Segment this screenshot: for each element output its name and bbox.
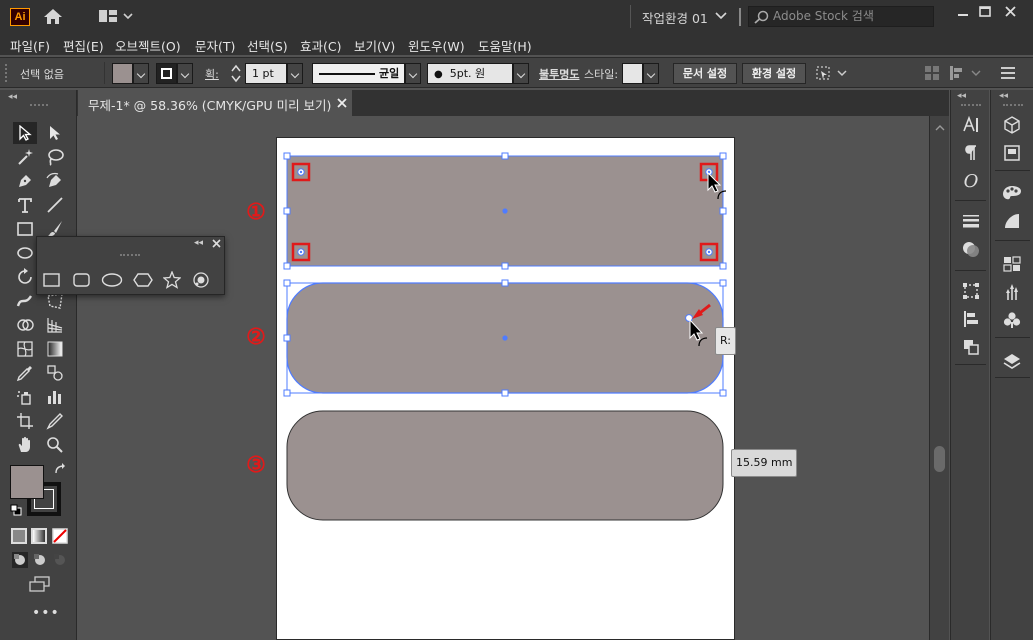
paragraph-panel-icon[interactable]	[959, 142, 983, 164]
symbols-panel-icon[interactable]	[1000, 309, 1024, 331]
corner-widget-dot	[299, 250, 303, 254]
step-label-3: ③	[246, 452, 266, 477]
rectangle-icon[interactable]	[43, 272, 61, 288]
collapse-dock-icon[interactable]: ◂◂	[957, 91, 966, 101]
bounding-handle[interactable]	[719, 152, 727, 160]
character-panel-icon[interactable]	[959, 114, 983, 136]
align-panel-icon[interactable]	[959, 308, 983, 330]
corner-widget-2[interactable]	[685, 314, 693, 322]
opentype-panel-icon[interactable]: O	[959, 170, 983, 192]
bounding-handle[interactable]	[283, 334, 291, 342]
artwork-layer	[283, 152, 727, 521]
separator	[995, 240, 1030, 241]
corner-widget-dot	[707, 250, 711, 254]
layers-panel-icon[interactable]	[1000, 350, 1024, 372]
bounding-handle[interactable]	[501, 152, 509, 160]
bounding-handle[interactable]	[283, 207, 291, 215]
transform-panel-icon[interactable]	[959, 280, 983, 302]
bounding-handle[interactable]	[283, 262, 291, 270]
pathfinder-panel-icon[interactable]	[959, 336, 983, 358]
libraries-icon[interactable]	[1000, 142, 1024, 164]
rounded-rectangle-icon[interactable]	[73, 272, 91, 288]
bounding-handle[interactable]	[283, 279, 291, 287]
separator	[955, 364, 986, 365]
star-icon[interactable]	[163, 271, 181, 289]
step-label-1: ①	[246, 199, 266, 224]
brushes-panel-icon[interactable]	[1000, 281, 1024, 303]
grip-icon	[961, 104, 981, 107]
color-guide-icon[interactable]	[1000, 210, 1024, 232]
grip-icon	[1003, 104, 1023, 107]
scroll-thumb[interactable]	[934, 446, 945, 472]
rounded-rectangle-shape-3[interactable]	[286, 410, 724, 521]
color-panel-icon[interactable]	[1000, 182, 1024, 204]
bounding-handle[interactable]	[719, 207, 727, 215]
bounding-handle[interactable]	[719, 389, 727, 397]
separator	[955, 200, 986, 201]
transparency-panel-icon[interactable]	[959, 238, 983, 260]
bounding-handle[interactable]	[283, 389, 291, 397]
right-panel-dock-2: ◂◂	[990, 90, 1033, 640]
bounding-handle[interactable]	[283, 152, 291, 160]
size-tooltip: 15.59 mm	[731, 449, 798, 477]
swatches-panel-icon[interactable]	[1000, 253, 1024, 275]
scroll-up-icon[interactable]	[935, 124, 945, 131]
step-label-2: ②	[246, 324, 266, 349]
vertical-scrollbar[interactable]	[929, 116, 949, 640]
close-flyout-icon[interactable]	[212, 239, 221, 248]
flare-icon[interactable]	[192, 271, 210, 289]
bounding-handle[interactable]	[501, 262, 509, 270]
radius-tooltip: R:	[715, 327, 737, 355]
bounding-handle[interactable]	[719, 279, 727, 287]
corner-widget-dot	[299, 170, 303, 174]
center-point-2	[502, 335, 508, 341]
polygon-icon[interactable]	[133, 272, 153, 288]
separator	[995, 337, 1030, 338]
collapse-flyout-icon[interactable]: ◂◂	[194, 238, 203, 248]
collapse-dock-icon[interactable]: ◂◂	[999, 91, 1008, 101]
separator	[995, 170, 1030, 171]
separator	[995, 377, 1030, 378]
bounding-handle[interactable]	[501, 389, 509, 397]
rectangle-tools-flyout: ◂◂	[36, 236, 225, 295]
ellipse-icon[interactable]	[101, 272, 123, 288]
grip-icon	[120, 254, 140, 257]
bounding-handle[interactable]	[719, 262, 727, 270]
stroke-panel-icon[interactable]	[959, 210, 983, 232]
right-panel-dock-1: ◂◂ O	[950, 90, 989, 640]
3d-materials-icon[interactable]	[1000, 114, 1024, 136]
separator	[955, 270, 986, 271]
center-point-1	[502, 208, 508, 214]
bounding-handle[interactable]	[501, 279, 509, 287]
